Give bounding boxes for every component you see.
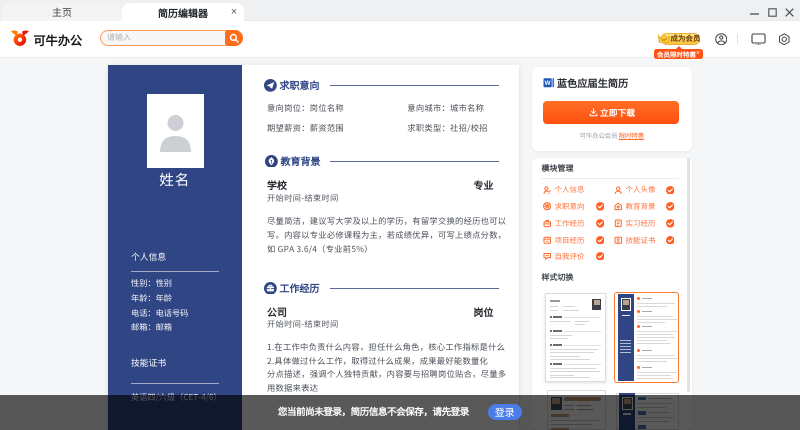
svg-text:VIP: VIP — [661, 37, 667, 41]
svg-text:W: W — [544, 80, 550, 87]
